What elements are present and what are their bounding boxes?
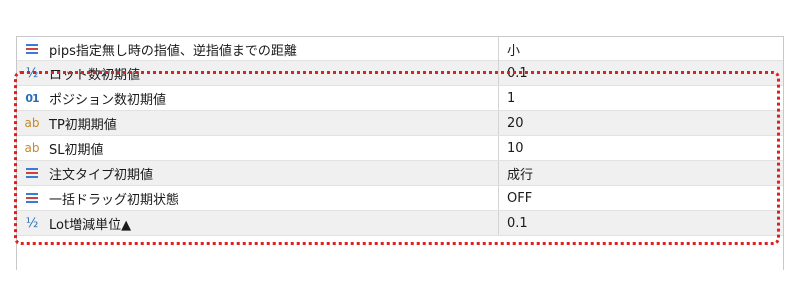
param-name: SL初期値 <box>49 142 104 158</box>
param-value[interactable]: 1 <box>500 86 783 110</box>
param-row-pips-distance[interactable]: pips指定無し時の指値、逆指値までの距離 小 <box>17 36 783 61</box>
enum-icon <box>21 165 43 181</box>
param-row-tp-initial[interactable]: ab TP初期期値 20 <box>17 111 783 136</box>
integer-icon: 01 <box>25 91 39 105</box>
param-name-cell: ½ Lot増減単位▲ <box>17 211 499 235</box>
param-row-sl-initial[interactable]: ab SL初期値 10 <box>17 136 783 161</box>
param-value[interactable]: 20 <box>500 111 783 135</box>
fraction-icon: ½ <box>25 65 39 81</box>
param-value[interactable]: 0.1 <box>500 61 783 85</box>
param-name: TP初期期値 <box>49 117 117 133</box>
param-row-lot-step[interactable]: ½ Lot増減単位▲ 0.1 <box>17 211 783 236</box>
param-name-cell: 01 ポジション数初期値 <box>17 86 499 110</box>
param-row-bulk-drag[interactable]: 一括ドラッグ初期状態 OFF <box>17 186 783 211</box>
param-name-cell: 注文タイプ初期値 <box>17 161 499 185</box>
param-name: Lot増減単位▲ <box>49 217 132 233</box>
fraction-icon: ½ <box>25 215 39 231</box>
param-name: ポジション数初期値 <box>49 92 167 108</box>
param-value[interactable]: 0.1 <box>500 211 783 235</box>
param-name-cell: ab TP初期期値 <box>17 111 499 135</box>
param-row-lot-initial[interactable]: ½ ロット数初期値 0.1 <box>17 61 783 86</box>
param-name-cell: pips指定無し時の指値、逆指値までの距離 <box>17 37 499 61</box>
parameter-grid: pips指定無し時の指値、逆指値までの距離 小 ½ ロット数初期値 0.1 01… <box>16 36 784 270</box>
param-name: 一括ドラッグ初期状態 <box>49 192 180 208</box>
param-value[interactable]: 小 <box>500 37 783 61</box>
param-value[interactable]: OFF <box>500 186 783 210</box>
param-row-order-type[interactable]: 注文タイプ初期値 成行 <box>17 161 783 186</box>
param-name: pips指定無し時の指値、逆指値までの距離 <box>49 43 297 59</box>
param-value[interactable]: 10 <box>500 136 783 160</box>
param-name-cell: ab SL初期値 <box>17 136 499 160</box>
param-name-cell: ½ ロット数初期値 <box>17 61 499 85</box>
param-value[interactable]: 成行 <box>500 161 783 185</box>
string-icon: ab <box>24 141 40 155</box>
enum-icon <box>21 41 43 57</box>
enum-icon <box>21 190 43 206</box>
param-row-position-count[interactable]: 01 ポジション数初期値 1 <box>17 86 783 111</box>
param-name-cell: 一括ドラッグ初期状態 <box>17 186 499 210</box>
param-name: 注文タイプ初期値 <box>49 167 154 183</box>
param-name: ロット数初期値 <box>49 67 141 83</box>
string-icon: ab <box>24 116 40 130</box>
